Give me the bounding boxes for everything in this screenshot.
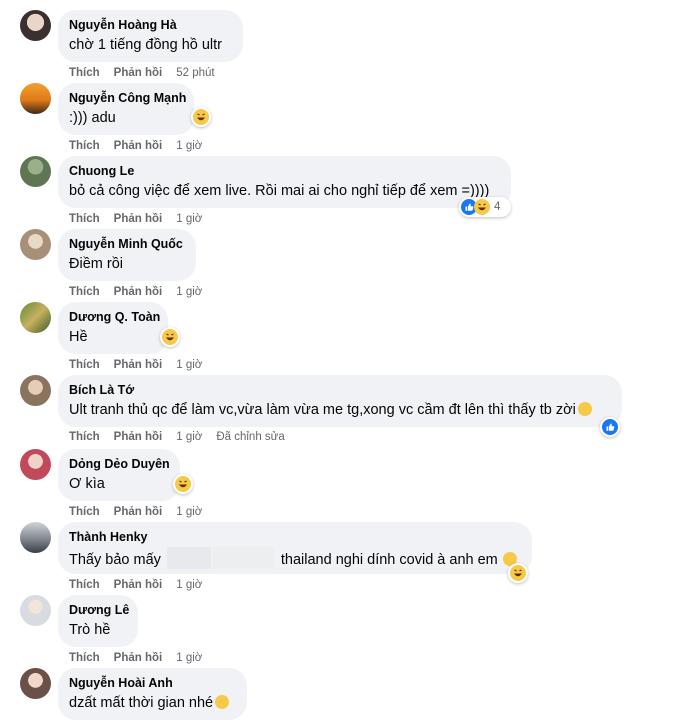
- avatar[interactable]: [20, 302, 51, 333]
- avatar[interactable]: [20, 668, 51, 699]
- avatar[interactable]: [20, 156, 51, 187]
- comment-actions: Thích Phản hồi 1 giờ Đã chỉnh sửa: [69, 430, 299, 444]
- reply-button[interactable]: Phản hồi: [114, 431, 163, 443]
- comment-time[interactable]: 1 giờ: [176, 213, 202, 225]
- reaction-summary[interactable]: [160, 327, 180, 347]
- comment-bubble: Dương Q. Toàn Hề: [58, 302, 168, 354]
- commenter-name[interactable]: Chuong Le: [69, 164, 500, 179]
- commenter-name[interactable]: Nguyễn Hoàng Hà: [69, 18, 232, 33]
- avatar[interactable]: [20, 449, 51, 480]
- reaction-summary[interactable]: [600, 417, 620, 437]
- comment-text: :))) adu: [69, 110, 116, 126]
- comment-time[interactable]: 1 giờ: [176, 140, 202, 152]
- comment-text: Hề: [69, 329, 88, 345]
- commenter-name[interactable]: Bích Là Tớ: [69, 383, 611, 398]
- comment-text: thailand nghi dính covid à anh em: [280, 552, 498, 568]
- comment-text: bỏ cả công việc để xem live. Rồi mai ai …: [69, 183, 490, 199]
- comment-actions: Thích Phản hồi 1 giờ: [69, 212, 216, 226]
- comment-time[interactable]: 1 giờ: [176, 286, 202, 298]
- reply-button[interactable]: Phản hồi: [114, 67, 163, 79]
- haha-icon: [474, 199, 490, 215]
- reply-button[interactable]: Phản hồi: [114, 286, 163, 298]
- commenter-name[interactable]: Nguyễn Công Mạnh: [69, 91, 186, 106]
- comment-text: Ơ kìa: [69, 476, 105, 492]
- commenter-name[interactable]: Thành Henky: [69, 530, 521, 545]
- like-button[interactable]: Thích: [69, 140, 100, 152]
- avatar[interactable]: [20, 10, 51, 41]
- commenter-name[interactable]: Dương Lê: [69, 603, 129, 618]
- comment-text: Trò hề: [69, 622, 111, 638]
- reply-button[interactable]: Phản hồi: [114, 579, 163, 591]
- like-icon: [602, 419, 618, 435]
- blurred-text: [166, 547, 211, 569]
- reaction-count: 4: [494, 201, 501, 213]
- comment-text: dzất mất thời gian nhé: [69, 695, 214, 711]
- commenter-name[interactable]: Nguyễn Minh Quốc: [69, 237, 185, 252]
- edited-label[interactable]: Đã chỉnh sửa: [216, 431, 284, 443]
- reaction-summary[interactable]: [191, 107, 211, 127]
- like-button[interactable]: Thích: [69, 431, 100, 443]
- comment-bubble: Chuong Le bỏ cả công việc để xem live. R…: [58, 156, 511, 208]
- commenter-name[interactable]: Dương Q. Toàn: [69, 310, 160, 325]
- haha-icon: [193, 109, 209, 125]
- sad-face-icon: [215, 695, 230, 709]
- blurred-text: [212, 547, 275, 569]
- reaction-summary[interactable]: [173, 474, 193, 494]
- comment-text: chờ 1 tiếng đồng hồ ultr: [69, 37, 223, 53]
- haha-icon: [175, 476, 191, 492]
- commenter-name[interactable]: Dỏng Dẻo Duyên: [69, 457, 170, 472]
- like-button[interactable]: Thích: [69, 652, 100, 664]
- avatar[interactable]: [20, 83, 51, 114]
- reply-button[interactable]: Phản hồi: [114, 652, 163, 664]
- haha-icon: [510, 565, 526, 581]
- comment-actions: Thích Phản hồi 52 phút: [69, 66, 229, 80]
- like-button[interactable]: Thích: [69, 579, 100, 591]
- comment-bubble: Dương Lê Trò hề: [58, 595, 138, 647]
- comment-text: Thấy bảo mấy: [69, 552, 161, 568]
- like-button[interactable]: Thích: [69, 359, 100, 371]
- comment-bubble: Nguyễn Minh Quốc Điềm rồi: [58, 229, 196, 281]
- reaction-summary[interactable]: 4: [459, 197, 511, 217]
- reaction-summary[interactable]: [508, 563, 528, 583]
- comment-actions: Thích Phản hồi 1 giờ: [69, 505, 216, 519]
- like-button[interactable]: Thích: [69, 286, 100, 298]
- reply-button[interactable]: Phản hồi: [114, 213, 163, 225]
- comment-time[interactable]: 1 giờ: [176, 431, 202, 443]
- like-button[interactable]: Thích: [69, 213, 100, 225]
- comment-time[interactable]: 1 giờ: [176, 359, 202, 371]
- comment-time[interactable]: 1 giờ: [176, 506, 202, 518]
- comment-time[interactable]: 1 giờ: [176, 652, 202, 664]
- commenter-name[interactable]: Nguyễn Hoài Anh: [69, 676, 236, 691]
- comment-actions: Thích Phản hồi 1 giờ: [69, 578, 216, 592]
- comment-text: Điềm rồi: [69, 256, 123, 272]
- like-button[interactable]: Thích: [69, 67, 100, 79]
- haha-icon: [162, 329, 178, 345]
- comment-actions: Thích Phản hồi 1 giờ: [69, 139, 216, 153]
- comment-time[interactable]: 1 giờ: [176, 579, 202, 591]
- comment-bubble: Bích Là Tớ Ult tranh thủ qc để làm vc,vừ…: [58, 375, 622, 427]
- comment-time[interactable]: 52 phút: [176, 67, 214, 79]
- comment-actions: Thích Phản hồi 1 giờ: [69, 358, 216, 372]
- comment-actions: Thích Phản hồi 1 giờ: [69, 651, 216, 665]
- avatar[interactable]: [20, 375, 51, 406]
- sad-face-icon: [577, 402, 592, 416]
- reply-button[interactable]: Phản hồi: [114, 140, 163, 152]
- comment-bubble: Nguyễn Hoài Anh dzất mất thời gian nhé: [58, 668, 247, 720]
- avatar[interactable]: [20, 229, 51, 260]
- comment-actions: Thích Phản hồi 1 giờ: [69, 285, 216, 299]
- reply-button[interactable]: Phản hồi: [114, 506, 163, 518]
- like-button[interactable]: Thích: [69, 506, 100, 518]
- comment-bubble: Thành Henky Thấy bảo mấy thailand nghi dí…: [58, 522, 532, 574]
- comment-bubble: Nguyễn Hoàng Hà chờ 1 tiếng đồng hồ ultr: [58, 10, 243, 62]
- avatar[interactable]: [20, 522, 51, 553]
- avatar[interactable]: [20, 595, 51, 626]
- comment-bubble: Dỏng Dẻo Duyên Ơ kìa: [58, 449, 180, 501]
- comment-bubble: Nguyễn Công Mạnh :))) adu: [58, 83, 194, 135]
- reply-button[interactable]: Phản hồi: [114, 359, 163, 371]
- comment-text: Ult tranh thủ qc để làm vc,vừa làm vừa m…: [69, 402, 576, 418]
